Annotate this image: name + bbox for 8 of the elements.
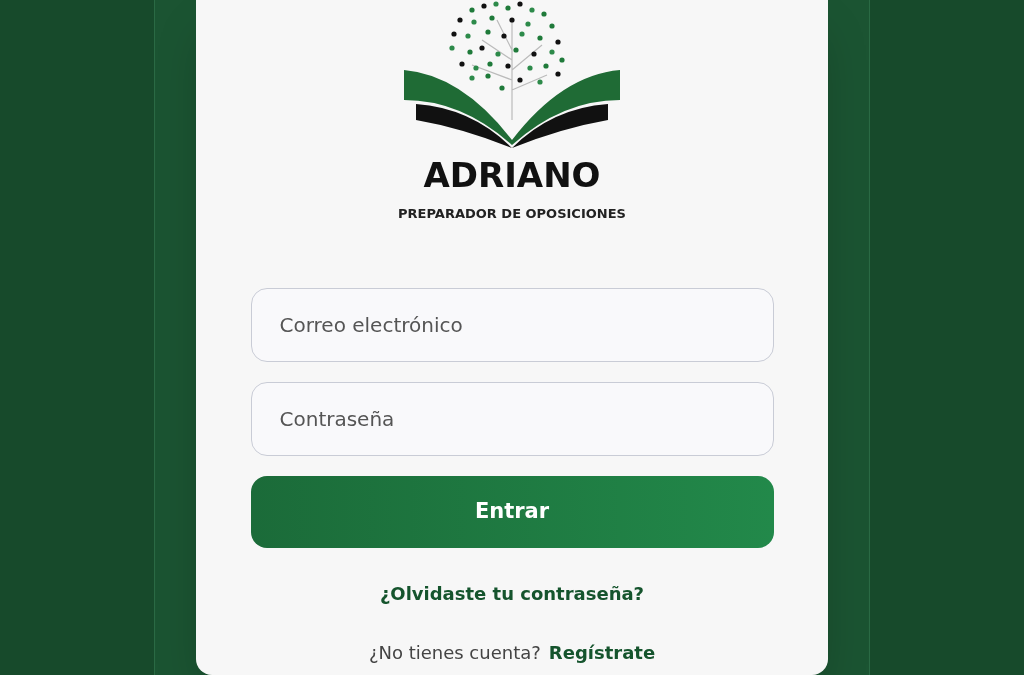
login-button[interactable]: Entrar [250, 475, 774, 548]
forgot-password-link[interactable]: ¿Olvidaste tu contraseña? [379, 579, 645, 607]
brand-subtitle: PREPARADOR DE OPOSICIONES [398, 205, 626, 223]
brand-title: ADRIANO [423, 158, 601, 192]
signup-prompt: ¿No tienes cuenta? [368, 640, 541, 665]
email-field[interactable]: Correo electrónico [250, 287, 774, 362]
password-field[interactable]: Contraseña [250, 381, 774, 456]
signup-link[interactable]: Regístrate [548, 638, 656, 666]
